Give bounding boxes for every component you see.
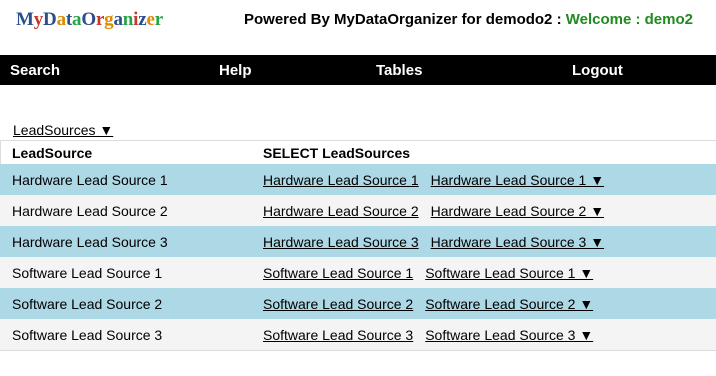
select-record-link[interactable]: Hardware Lead Source 2	[263, 203, 419, 219]
table-row: Hardware Lead Source 3 Hardware Lead Sour…	[0, 226, 716, 257]
select-cell: Hardware Lead Source 2 Hardware Lead Sour…	[251, 195, 716, 226]
table-row: Software Lead Source 1 Software Lead Sour…	[0, 257, 716, 288]
leadsource-cell: Hardware Lead Source 2	[0, 195, 251, 226]
table-row: Software Lead Source 3 Software Lead Sour…	[0, 319, 716, 351]
select-cell: Hardware Lead Source 3 Hardware Lead Sour…	[251, 226, 716, 257]
logo-letter: a	[72, 9, 82, 30]
header-info: Powered By MyDataOrganizer for demodo2 :…	[244, 11, 693, 28]
select-record-link[interactable]: Software Lead Source 2	[263, 296, 413, 312]
leadsource-cell: Software Lead Source 2	[0, 288, 251, 319]
select-record-link[interactable]: Hardware Lead Source 3	[263, 234, 419, 250]
leadsource-cell: Software Lead Source 3	[0, 319, 251, 351]
logo-letter: M	[16, 9, 34, 30]
record-menu-dropdown[interactable]: Software Lead Source 3 ▼	[425, 327, 593, 343]
record-menu-dropdown[interactable]: Hardware Lead Source 1 ▼	[431, 172, 604, 188]
site-logo: MyDataOrganizer	[16, 9, 163, 31]
select-record-link[interactable]: Hardware Lead Source 1	[263, 172, 419, 188]
lead-sources-table: LeadSource SELECT LeadSources Hardware L…	[0, 141, 716, 351]
logo-letter: a	[113, 9, 123, 30]
logo-letter: e	[146, 9, 155, 30]
select-record-link[interactable]: Software Lead Source 1	[263, 265, 413, 281]
nav-search-link[interactable]: Search	[10, 62, 60, 79]
logo-letter: r	[95, 9, 105, 30]
welcome-text: Welcome : demo2	[565, 11, 693, 28]
leadsource-cell: Hardware Lead Source 3	[0, 226, 251, 257]
record-menu-dropdown[interactable]: Software Lead Source 1 ▼	[425, 265, 593, 281]
logo-letter: r	[154, 9, 163, 30]
table-header-row: LeadSource SELECT LeadSources	[0, 141, 716, 164]
logo-letter: O	[81, 9, 96, 30]
logo-letter: z	[138, 9, 147, 30]
logo-letter: D	[43, 9, 57, 30]
table-row: Software Lead Source 2 Software Lead Sour…	[0, 288, 716, 319]
table-row: Hardware Lead Source 1 Hardware Lead Sour…	[0, 164, 716, 195]
select-cell: Software Lead Source 2 Software Lead Sour…	[251, 288, 716, 319]
leadsource-cell: Hardware Lead Source 1	[0, 164, 251, 195]
table-row: Hardware Lead Source 2 Hardware Lead Sour…	[0, 195, 716, 226]
select-cell: Hardware Lead Source 1 Hardware Lead Sour…	[251, 164, 716, 195]
select-cell: Software Lead Source 3 Software Lead Sour…	[251, 319, 716, 351]
nav-logout-link[interactable]: Logout	[572, 62, 623, 79]
column-header-select: SELECT LeadSources	[263, 144, 411, 161]
logo-letter: a	[56, 9, 67, 30]
logo-letter: g	[104, 9, 114, 30]
record-menu-dropdown[interactable]: Hardware Lead Source 2 ▼	[431, 203, 604, 219]
nav-help-link[interactable]: Help	[219, 62, 252, 79]
table-selector-dropdown[interactable]: LeadSources ▼	[13, 122, 113, 138]
leadsource-cell: Software Lead Source 1	[0, 257, 251, 288]
select-cell: Software Lead Source 1 Software Lead Sour…	[251, 257, 716, 288]
record-menu-dropdown[interactable]: Hardware Lead Source 3 ▼	[431, 234, 604, 250]
logo-letter: y	[33, 9, 44, 30]
nav-tables-link[interactable]: Tables	[376, 62, 422, 79]
logo-letter: n	[122, 9, 134, 30]
select-record-link[interactable]: Software Lead Source 3	[263, 327, 413, 343]
powered-by-text: Powered By MyDataOrganizer for demodo2 :	[244, 11, 566, 28]
record-menu-dropdown[interactable]: Software Lead Source 2 ▼	[425, 296, 593, 312]
column-header-leadsource: LeadSource	[12, 144, 93, 161]
main-navbar: Search Help Tables Logout	[0, 55, 716, 85]
